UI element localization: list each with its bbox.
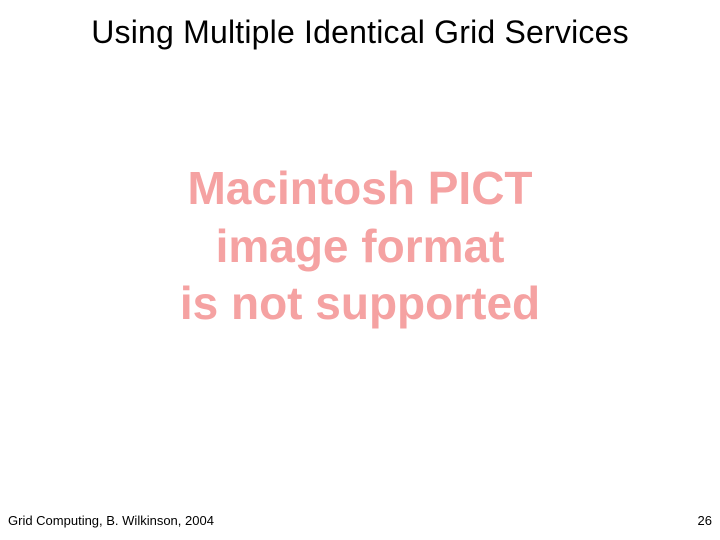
page-number: 26 <box>698 513 712 528</box>
placeholder-line-2: image format <box>0 218 720 276</box>
image-placeholder-message: Macintosh PICT image format is not suppo… <box>0 160 720 333</box>
slide-title: Using Multiple Identical Grid Services <box>0 14 720 51</box>
footer-citation: Grid Computing, B. Wilkinson, 2004 <box>8 513 214 528</box>
placeholder-line-1: Macintosh PICT <box>0 160 720 218</box>
placeholder-line-3: is not supported <box>0 275 720 333</box>
